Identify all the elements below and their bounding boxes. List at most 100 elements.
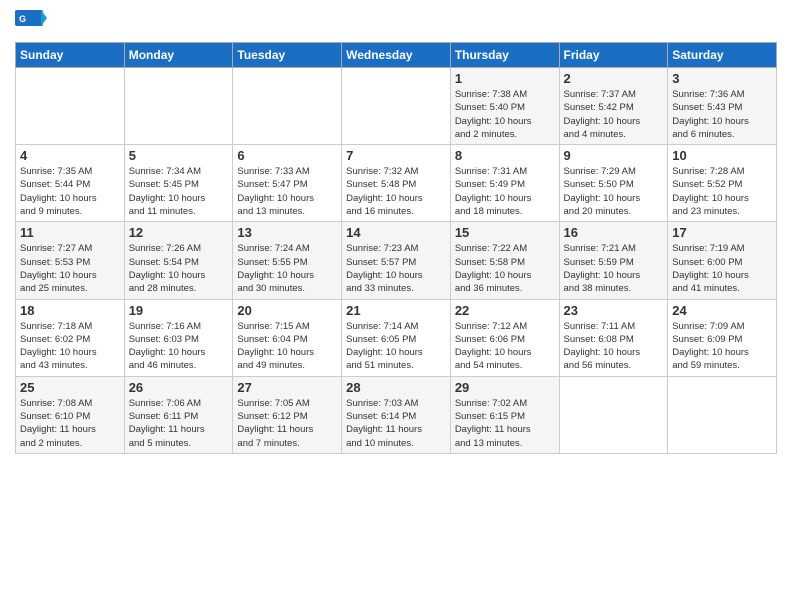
day-cell: 9 Sunrise: 7:29 AM Sunset: 5:50 PM Daylig…	[559, 145, 668, 222]
calendar-table: SundayMondayTuesdayWednesdayThursdayFrid…	[15, 42, 777, 454]
day-info: Sunrise: 7:12 AM Sunset: 6:06 PM Dayligh…	[455, 320, 555, 373]
day-cell: 28 Sunrise: 7:03 AM Sunset: 6:14 PM Dayli…	[342, 376, 451, 453]
day-info: Sunrise: 7:22 AM Sunset: 5:58 PM Dayligh…	[455, 242, 555, 295]
day-cell: 11Sunrise: 7:27 AM Sunset: 5:53 PM Dayli…	[16, 222, 125, 299]
day-cell: 26 Sunrise: 7:06 AM Sunset: 6:11 PM Dayli…	[124, 376, 233, 453]
day-number: 7	[346, 148, 446, 163]
day-cell: 21 Sunrise: 7:14 AM Sunset: 6:05 PM Dayli…	[342, 299, 451, 376]
day-cell	[342, 68, 451, 145]
day-number: 17	[672, 225, 772, 240]
weekday-header-sunday: Sunday	[16, 43, 125, 68]
day-number: 21	[346, 303, 446, 318]
day-info: Sunrise: 7:33 AM Sunset: 5:47 PM Dayligh…	[237, 165, 337, 218]
day-number: 24	[672, 303, 772, 318]
weekday-header-saturday: Saturday	[668, 43, 777, 68]
day-number: 14	[346, 225, 446, 240]
day-cell: 20 Sunrise: 7:15 AM Sunset: 6:04 PM Dayli…	[233, 299, 342, 376]
day-number: 2	[564, 71, 664, 86]
week-row-3: 11Sunrise: 7:27 AM Sunset: 5:53 PM Dayli…	[16, 222, 777, 299]
day-cell: 19Sunrise: 7:16 AM Sunset: 6:03 PM Dayli…	[124, 299, 233, 376]
day-number: 23	[564, 303, 664, 318]
day-info: Sunrise: 7:31 AM Sunset: 5:49 PM Dayligh…	[455, 165, 555, 218]
day-info: Sunrise: 7:08 AM Sunset: 6:10 PM Dayligh…	[20, 397, 120, 450]
day-number: 26	[129, 380, 229, 395]
day-cell: 3 Sunrise: 7:36 AM Sunset: 5:43 PM Daylig…	[668, 68, 777, 145]
day-cell	[124, 68, 233, 145]
day-number: 5	[129, 148, 229, 163]
day-cell: 14 Sunrise: 7:23 AM Sunset: 5:57 PM Dayli…	[342, 222, 451, 299]
day-number: 22	[455, 303, 555, 318]
day-number: 29	[455, 380, 555, 395]
day-number: 28	[346, 380, 446, 395]
weekday-header-monday: Monday	[124, 43, 233, 68]
day-cell: 8 Sunrise: 7:31 AM Sunset: 5:49 PM Daylig…	[450, 145, 559, 222]
day-number: 27	[237, 380, 337, 395]
day-info: Sunrise: 7:36 AM Sunset: 5:43 PM Dayligh…	[672, 88, 772, 141]
week-row-2: 4 Sunrise: 7:35 AM Sunset: 5:44 PM Daylig…	[16, 145, 777, 222]
day-info: Sunrise: 7:14 AM Sunset: 6:05 PM Dayligh…	[346, 320, 446, 373]
day-info: Sunrise: 7:23 AM Sunset: 5:57 PM Dayligh…	[346, 242, 446, 295]
day-cell	[559, 376, 668, 453]
week-row-4: 18 Sunrise: 7:18 AM Sunset: 6:02 PM Dayli…	[16, 299, 777, 376]
day-cell: 23 Sunrise: 7:11 AM Sunset: 6:08 PM Dayli…	[559, 299, 668, 376]
day-info: Sunrise: 7:18 AM Sunset: 6:02 PM Dayligh…	[20, 320, 120, 373]
day-number: 3	[672, 71, 772, 86]
day-info: Sunrise: 7:05 AM Sunset: 6:12 PM Dayligh…	[237, 397, 337, 450]
svg-text:G: G	[19, 14, 26, 24]
day-number: 20	[237, 303, 337, 318]
day-cell: 22 Sunrise: 7:12 AM Sunset: 6:06 PM Dayli…	[450, 299, 559, 376]
day-info: Sunrise: 7:29 AM Sunset: 5:50 PM Dayligh…	[564, 165, 664, 218]
day-cell	[233, 68, 342, 145]
day-number: 15	[455, 225, 555, 240]
day-cell: 5 Sunrise: 7:34 AM Sunset: 5:45 PM Daylig…	[124, 145, 233, 222]
day-info: Sunrise: 7:19 AM Sunset: 6:00 PM Dayligh…	[672, 242, 772, 295]
weekday-header-wednesday: Wednesday	[342, 43, 451, 68]
day-number: 10	[672, 148, 772, 163]
day-info: Sunrise: 7:21 AM Sunset: 5:59 PM Dayligh…	[564, 242, 664, 295]
day-info: Sunrise: 7:28 AM Sunset: 5:52 PM Dayligh…	[672, 165, 772, 218]
day-cell: 24 Sunrise: 7:09 AM Sunset: 6:09 PM Dayli…	[668, 299, 777, 376]
day-info: Sunrise: 7:35 AM Sunset: 5:44 PM Dayligh…	[20, 165, 120, 218]
day-info: Sunrise: 7:38 AM Sunset: 5:40 PM Dayligh…	[455, 88, 555, 141]
day-number: 6	[237, 148, 337, 163]
day-number: 9	[564, 148, 664, 163]
day-number: 13	[237, 225, 337, 240]
week-row-5: 25 Sunrise: 7:08 AM Sunset: 6:10 PM Dayli…	[16, 376, 777, 453]
day-number: 19	[129, 303, 229, 318]
day-cell: 6 Sunrise: 7:33 AM Sunset: 5:47 PM Daylig…	[233, 145, 342, 222]
day-number: 8	[455, 148, 555, 163]
day-info: Sunrise: 7:09 AM Sunset: 6:09 PM Dayligh…	[672, 320, 772, 373]
day-cell	[668, 376, 777, 453]
page: G SundayMondayTuesdayWednesdayThursdayFr…	[0, 0, 792, 464]
day-info: Sunrise: 7:24 AM Sunset: 5:55 PM Dayligh…	[237, 242, 337, 295]
weekday-header-row: SundayMondayTuesdayWednesdayThursdayFrid…	[16, 43, 777, 68]
day-cell: 15 Sunrise: 7:22 AM Sunset: 5:58 PM Dayli…	[450, 222, 559, 299]
day-info: Sunrise: 7:03 AM Sunset: 6:14 PM Dayligh…	[346, 397, 446, 450]
day-number: 12	[129, 225, 229, 240]
day-info: Sunrise: 7:26 AM Sunset: 5:54 PM Dayligh…	[129, 242, 229, 295]
day-cell: 16Sunrise: 7:21 AM Sunset: 5:59 PM Dayli…	[559, 222, 668, 299]
day-number: 1	[455, 71, 555, 86]
week-row-1: 1 Sunrise: 7:38 AM Sunset: 5:40 PM Daylig…	[16, 68, 777, 145]
day-cell: 2Sunrise: 7:37 AM Sunset: 5:42 PM Daylig…	[559, 68, 668, 145]
day-info: Sunrise: 7:15 AM Sunset: 6:04 PM Dayligh…	[237, 320, 337, 373]
logo: G	[15, 10, 51, 34]
logo-icon: G	[15, 10, 47, 34]
day-info: Sunrise: 7:06 AM Sunset: 6:11 PM Dayligh…	[129, 397, 229, 450]
day-cell: 13 Sunrise: 7:24 AM Sunset: 5:55 PM Dayli…	[233, 222, 342, 299]
day-info: Sunrise: 7:11 AM Sunset: 6:08 PM Dayligh…	[564, 320, 664, 373]
day-cell: 25 Sunrise: 7:08 AM Sunset: 6:10 PM Dayli…	[16, 376, 125, 453]
header: G	[15, 10, 777, 34]
day-cell: 10 Sunrise: 7:28 AM Sunset: 5:52 PM Dayli…	[668, 145, 777, 222]
day-cell: 29 Sunrise: 7:02 AM Sunset: 6:15 PM Dayli…	[450, 376, 559, 453]
day-info: Sunrise: 7:34 AM Sunset: 5:45 PM Dayligh…	[129, 165, 229, 218]
day-cell: 1 Sunrise: 7:38 AM Sunset: 5:40 PM Daylig…	[450, 68, 559, 145]
day-cell: 7Sunrise: 7:32 AM Sunset: 5:48 PM Daylig…	[342, 145, 451, 222]
day-number: 18	[20, 303, 120, 318]
day-cell	[16, 68, 125, 145]
day-number: 25	[20, 380, 120, 395]
day-info: Sunrise: 7:02 AM Sunset: 6:15 PM Dayligh…	[455, 397, 555, 450]
day-number: 4	[20, 148, 120, 163]
day-number: 11	[20, 225, 120, 240]
weekday-header-thursday: Thursday	[450, 43, 559, 68]
